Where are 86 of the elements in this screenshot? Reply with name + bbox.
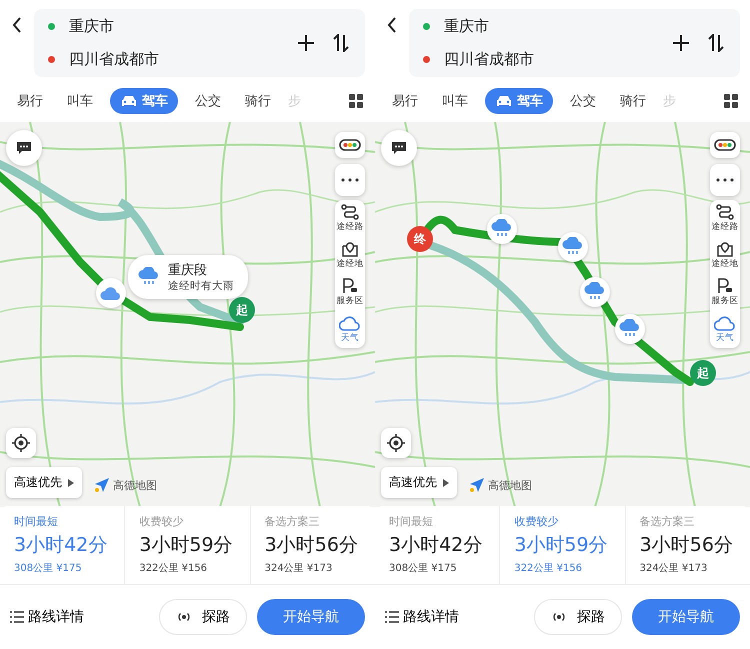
explore-button[interactable]: 探路 [159, 599, 247, 635]
swap-icon [333, 34, 349, 52]
list-icon [10, 611, 24, 623]
traffic-button[interactable] [710, 132, 740, 158]
map-tool-button[interactable]: 服务区 [336, 274, 364, 311]
map-pin-icon [341, 241, 359, 257]
logo-icon [469, 477, 485, 493]
rain-cloud-icon [491, 219, 513, 239]
route-option[interactable]: 收费较少 3小时59分 322公里 ¥156 [500, 506, 626, 584]
triangle-icon [443, 478, 449, 486]
transport-tab[interactable]: 公交 [188, 88, 228, 114]
route-option[interactable]: 时间最短 3小时42分 308公里 ¥175 [0, 506, 126, 584]
car-icon [120, 94, 138, 108]
map-tool-button[interactable]: 途经路 [712, 200, 738, 237]
route-preference-button[interactable]: 高速优先 [381, 467, 457, 498]
start-navigation-button[interactable]: 开始导航 [257, 599, 365, 635]
route-icon [341, 204, 359, 220]
locate-button[interactable] [6, 428, 36, 458]
origin-field[interactable]: 重庆市 [444, 17, 489, 36]
more-button[interactable] [335, 164, 365, 196]
transport-tab[interactable]: 驾车 [485, 88, 553, 114]
traffic-light-icon [339, 139, 361, 151]
popup-subtitle: 途经时有大雨 [168, 279, 234, 293]
map-logo-text: 高德地图 [488, 478, 532, 492]
locate-button[interactable] [381, 428, 411, 458]
grid-icon [349, 94, 363, 108]
map-tool-button[interactable]: 途经地 [336, 237, 364, 274]
parking-icon [716, 278, 734, 294]
transport-tab[interactable]: 易行 [385, 88, 425, 114]
triangle-icon [68, 478, 74, 486]
route-option[interactable]: 时间最短 3小时42分 308公里 ¥175 [375, 506, 500, 584]
rain-cloud-icon [584, 282, 606, 302]
car-icon [495, 94, 513, 108]
traffic-light-icon [714, 139, 736, 151]
origin-field[interactable]: 重庆市 [69, 17, 114, 36]
popup-title: 重庆段 [168, 262, 208, 279]
cloud-icon [100, 285, 122, 301]
route-option[interactable]: 备选方案三 3小时56分 324公里 ¥173 [250, 506, 375, 584]
route-details-button[interactable]: 路线详情 [10, 608, 84, 626]
start-navigation-button[interactable]: 开始导航 [632, 599, 740, 635]
map-logo-text: 高德地图 [113, 478, 157, 492]
map-tool-button[interactable]: 途经地 [712, 237, 738, 274]
explore-button[interactable]: 探路 [534, 599, 622, 635]
map-pin-icon [716, 241, 734, 257]
map-tool-button[interactable]: 天气 [714, 311, 736, 348]
rain-cloud-icon [562, 237, 584, 257]
back-icon [12, 17, 22, 33]
parking-icon [341, 278, 359, 294]
list-icon [385, 611, 399, 623]
locate-icon [387, 434, 405, 452]
rain-cloud-icon [138, 267, 160, 287]
route-details-button[interactable]: 路线详情 [385, 608, 459, 626]
map-tool-button[interactable]: 天气 [339, 311, 361, 348]
chat-icon [16, 141, 32, 155]
destination-field[interactable]: 四川省成都市 [69, 50, 159, 69]
chat-icon [391, 141, 407, 155]
cloud-icon [339, 315, 361, 331]
plus-icon [297, 34, 315, 52]
transport-tab[interactable]: 叫车 [435, 88, 475, 114]
traffic-button[interactable] [335, 132, 365, 158]
more-icon [716, 178, 734, 182]
route-option[interactable]: 备选方案三 3小时56分 324公里 ¥173 [626, 506, 750, 584]
grid-icon [724, 94, 738, 108]
more-apps-button[interactable] [722, 92, 740, 110]
cloud-icon [714, 315, 736, 331]
transport-tab[interactable]: 叫车 [60, 88, 100, 114]
rain-cloud-icon [619, 319, 641, 339]
map-tool-button[interactable]: 途经路 [336, 200, 364, 237]
transport-tab[interactable]: 公交 [563, 88, 603, 114]
locate-icon [12, 434, 30, 452]
swap-icon [708, 34, 724, 52]
transport-tab[interactable]: 易行 [10, 88, 50, 114]
logo-icon [94, 477, 110, 493]
route-option[interactable]: 收费较少 3小时59分 322公里 ¥156 [125, 506, 251, 584]
plus-icon [672, 34, 690, 52]
transport-tab[interactable]: 驾车 [110, 88, 178, 114]
more-icon [341, 178, 359, 182]
transport-tab[interactable]: 骑行 [613, 88, 653, 114]
more-apps-button[interactable] [347, 92, 365, 110]
route-icon [716, 204, 734, 220]
transport-tab[interactable]: 骑行 [238, 88, 278, 114]
back-icon [387, 17, 397, 33]
more-button[interactable] [710, 164, 740, 196]
map-tool-button[interactable]: 服务区 [712, 274, 738, 311]
destination-field[interactable]: 四川省成都市 [444, 50, 534, 69]
route-preference-button[interactable]: 高速优先 [6, 467, 82, 498]
